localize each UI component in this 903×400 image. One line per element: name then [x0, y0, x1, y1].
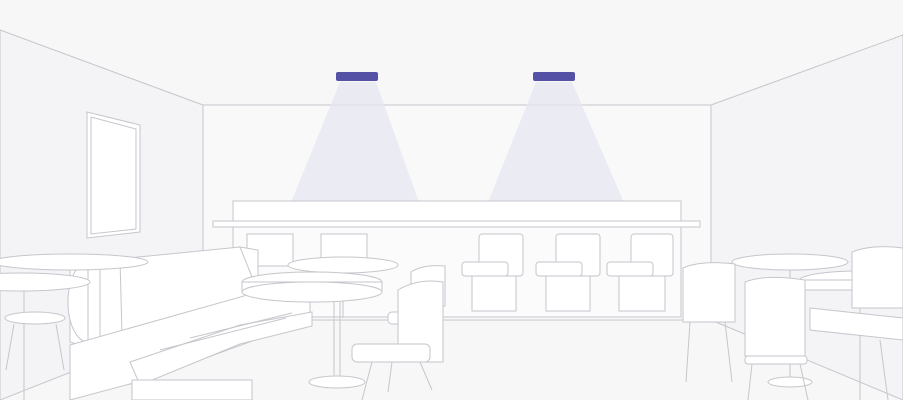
ceiling-lamp-left — [336, 72, 378, 81]
restaurant-interior-illustration — [0, 29, 903, 400]
ceiling-lamps — [336, 72, 575, 81]
ceiling-lamp-right — [533, 72, 575, 81]
wall-frame — [86, 111, 141, 239]
